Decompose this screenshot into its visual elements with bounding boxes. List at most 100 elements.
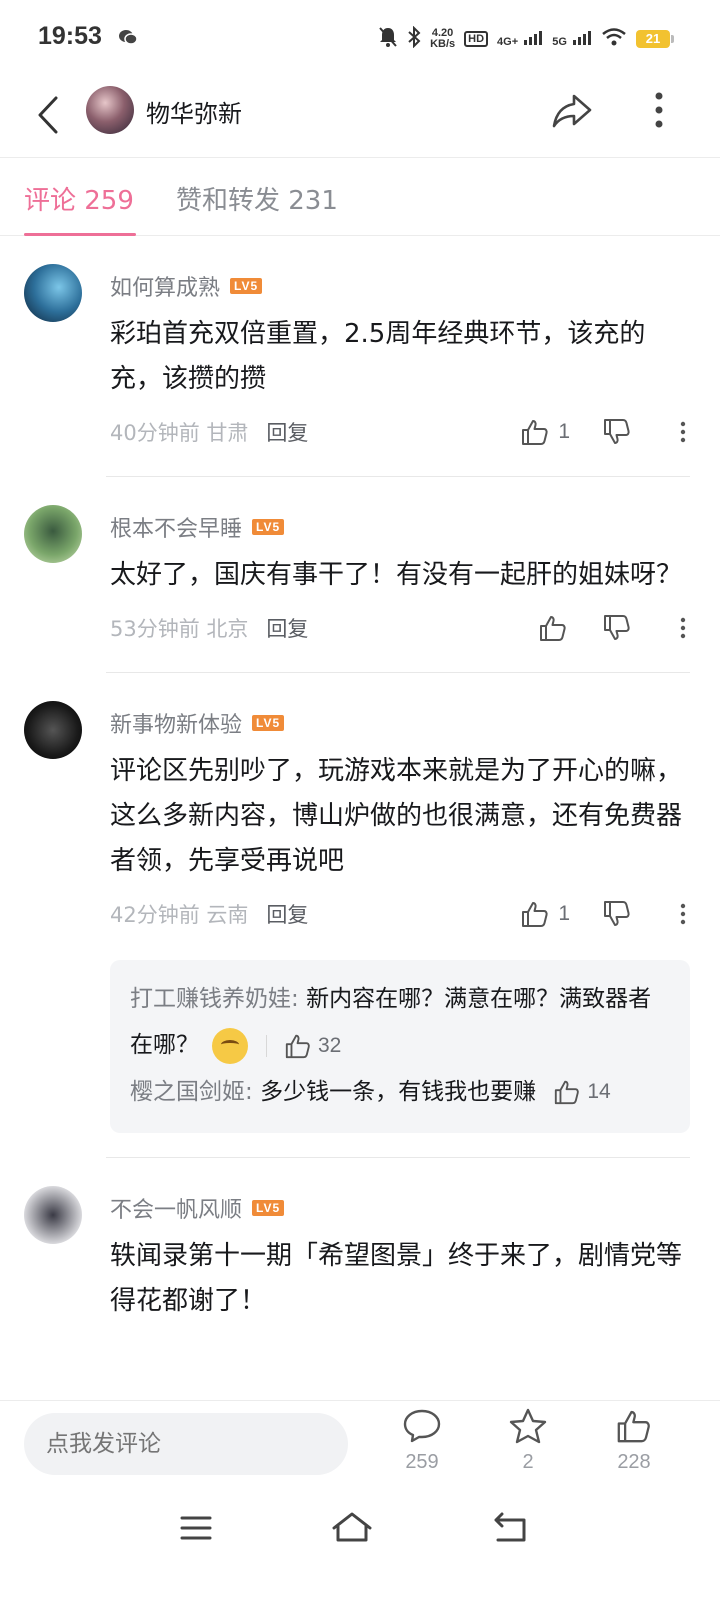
comment-input[interactable]	[24, 1413, 348, 1475]
comment-bubble-icon	[403, 1409, 441, 1443]
comment-time: 42分钟前	[110, 903, 200, 927]
sub-reply-username[interactable]: 打工赚钱养奶娃	[130, 986, 291, 1012]
comment-username[interactable]: 如何算成熟	[110, 270, 220, 302]
back-button[interactable]	[30, 90, 70, 140]
sub-reply-like[interactable]: 32	[284, 1023, 341, 1069]
wechat-icon	[118, 28, 138, 50]
comment-location: 甘肃	[206, 421, 249, 445]
like-count: 1	[558, 902, 570, 925]
mute-bell-icon	[378, 26, 398, 52]
sub-reply[interactable]: 樱之国剑姬: 多少钱一条，有钱我也要赚 14	[130, 1069, 668, 1116]
comment-username[interactable]: 根本不会早睡	[110, 511, 242, 543]
reply-button[interactable]: 回复	[266, 417, 308, 447]
net-speed: 4.20 KB/s	[430, 27, 456, 50]
thumbs-up-icon	[285, 1034, 310, 1058]
comment-location: 云南	[206, 903, 249, 927]
more-vertical-icon	[680, 617, 686, 639]
avatar[interactable]	[24, 264, 82, 322]
return-icon	[494, 1512, 526, 1542]
like-count: 1	[558, 420, 570, 443]
sub-reply-like-count: 32	[317, 1033, 342, 1057]
reply-button[interactable]: 回复	[266, 899, 308, 929]
separator	[265, 1034, 267, 1057]
thumbs-up-icon	[540, 616, 566, 641]
thumbs-down-icon	[604, 901, 630, 926]
comment-action-bar: 259 2 228	[0, 1400, 720, 1486]
comment-username[interactable]: 不会一帆风顺	[110, 1192, 242, 1224]
share-icon	[552, 94, 592, 128]
sub-reply[interactable]: 打工赚钱养奶娃: 新内容在哪？满意在哪？满致器者在哪？ 32	[130, 976, 668, 1069]
thumbs-down-icon	[604, 419, 630, 444]
like-post-button[interactable]: 228	[594, 1407, 674, 1474]
comment-time: 53分钟前	[110, 617, 200, 641]
level-badge: LV5	[252, 1200, 285, 1216]
sub-reply-like-count: 14	[587, 1080, 611, 1103]
comment-meta: 40分钟前 甘肃 回复 1	[110, 402, 690, 462]
page-title[interactable]: 物华弥新	[146, 94, 242, 129]
thumbs-up-icon	[555, 1080, 580, 1105]
comment-item: 新事物新体验 LV5 评论区先别吵了，玩游戏本来就是为了开心的嘛，这么多新内容，…	[0, 673, 720, 1158]
avatar[interactable]	[24, 701, 82, 759]
comment-username[interactable]: 新事物新体验	[110, 707, 242, 739]
more-vertical-icon	[680, 903, 686, 925]
sub-reply-text: 多少钱一条，有钱我也要赚	[260, 1078, 537, 1105]
menu-nav-button[interactable]	[166, 1508, 226, 1548]
system-nav-bar	[0, 1486, 720, 1600]
like-button[interactable]: 1	[520, 414, 570, 450]
dislike-button[interactable]	[602, 610, 632, 646]
home-nav-button[interactable]	[322, 1508, 382, 1548]
comment-text: 评论区先别吵了，玩游戏本来就是为了开心的嘛，这么多新内容，博山炉做的也很满意，还…	[110, 756, 683, 876]
battery-icon: 21	[636, 30, 674, 48]
more-vertical-icon	[655, 92, 663, 128]
comment-text: 彩珀首充双倍重置，2.5周年经典环节，该充的充，该攒的攒	[110, 319, 646, 394]
tab-comments[interactable]: 评论 259	[24, 180, 134, 217]
top-nav-bar: 物华弥新	[0, 72, 720, 158]
sub-reply-like[interactable]: 14	[553, 1069, 611, 1115]
reply-button[interactable]: 回复	[266, 613, 308, 643]
dislike-button[interactable]	[602, 896, 632, 932]
status-icons: 4.20 KB/s HD 4G+ 5G 21	[378, 24, 674, 54]
wifi-icon	[601, 27, 627, 51]
tab-likes-shares[interactable]: 赞和转发 231	[176, 180, 338, 217]
status-time: 19:53	[38, 22, 102, 50]
thumbs-down-icon	[604, 615, 630, 640]
sub-reply-username[interactable]: 樱之国剑姬	[130, 1079, 245, 1105]
angry-face-emoji-icon	[212, 1027, 249, 1064]
comment-meta: 53分钟前 北京 回复	[110, 598, 690, 658]
signal-icon-1: 4G+	[497, 29, 543, 49]
comment-text: 太好了，国庆有事干了！有没有一起肝的姐妹呀？	[110, 560, 683, 590]
sub-replies-box[interactable]: 打工赚钱养奶娃: 新内容在哪？满意在哪？满致器者在哪？ 32 樱之国剑姬: 多少…	[110, 960, 690, 1133]
share-button[interactable]	[548, 86, 598, 134]
back-nav-button[interactable]	[480, 1508, 540, 1548]
hd-badge: HD	[464, 31, 489, 47]
comment-count-button[interactable]: 259	[382, 1407, 462, 1474]
thumbs-up-icon	[522, 902, 548, 927]
author-avatar[interactable]	[86, 86, 134, 134]
comment-item: 如何算成熟 LV5 彩珀首充双倍重置，2.5周年经典环节，该充的充，该攒的攒 4…	[0, 236, 720, 477]
comment-meta: 42分钟前 云南 回复 1	[110, 884, 690, 944]
comment-more-button[interactable]	[676, 610, 690, 646]
level-badge: LV5	[252, 715, 285, 731]
like-button[interactable]	[538, 610, 568, 646]
like-button[interactable]: 1	[520, 896, 570, 932]
comment-more-button[interactable]	[676, 414, 690, 450]
star-icon	[509, 1408, 547, 1444]
dislike-button[interactable]	[602, 414, 632, 450]
status-bar: 19:53 4.20 KB/s HD 4G+ 5G 21	[0, 0, 720, 72]
menu-icon	[180, 1516, 212, 1540]
favorite-button[interactable]: 2	[488, 1407, 568, 1474]
comment-time: 40分钟前	[110, 421, 200, 445]
home-icon	[332, 1512, 372, 1542]
thumbs-up-icon	[522, 420, 548, 445]
avatar[interactable]	[24, 1186, 82, 1244]
signal-icon-2: 5G	[552, 29, 592, 49]
thumbs-up-icon	[617, 1410, 650, 1443]
comment-count: 259	[405, 1451, 439, 1473]
more-options-button[interactable]	[644, 86, 674, 134]
comment-location: 北京	[206, 617, 249, 641]
favorite-count: 2	[522, 1451, 534, 1473]
comment-more-button[interactable]	[676, 896, 690, 932]
comment-list[interactable]: 如何算成熟 LV5 彩珀首充双倍重置，2.5周年经典环节，该充的充，该攒的攒 4…	[0, 236, 720, 1400]
bluetooth-icon	[407, 25, 421, 52]
avatar[interactable]	[24, 505, 82, 563]
